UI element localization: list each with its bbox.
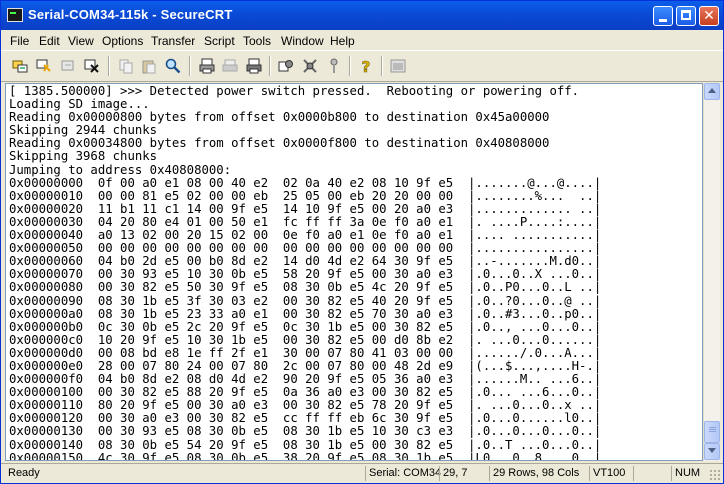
global-options-icon[interactable] — [301, 57, 319, 75]
menu-options[interactable]: Options — [102, 34, 143, 48]
session-options-icon[interactable] — [277, 57, 295, 75]
terminal-line: Skipping 3968 chunks — [9, 149, 158, 164]
disconnect-icon[interactable] — [83, 57, 101, 75]
resize-grip-icon[interactable] — [709, 469, 721, 481]
status-bar: Ready Serial: COM34 29, 7 29 Rows, 98 Co… — [1, 463, 723, 483]
status-caps-lock — [633, 466, 671, 481]
terminal-line: 0x00000010 00 00 81 e5 02 00 00 eb 25 05… — [9, 188, 602, 203]
toolbar-separator — [189, 56, 191, 76]
quick-connect-icon[interactable] — [35, 57, 53, 75]
toolbar: ? — [1, 50, 723, 82]
connect-icon[interactable] — [11, 57, 29, 75]
menu-transfer[interactable]: Transfer — [151, 34, 195, 48]
terminal-line: 0x000000a0 08 30 1b e5 23 33 a0 e1 00 30… — [9, 306, 602, 321]
scroll-thumb[interactable] — [704, 421, 720, 443]
menu-file[interactable]: File — [10, 34, 29, 48]
menu-help[interactable]: Help — [330, 34, 355, 48]
status-terminal-size: 29 Rows, 98 Cols — [489, 466, 589, 481]
toolbar-separator — [108, 56, 110, 76]
status-connection: Serial: COM34 — [365, 466, 441, 481]
toolbar-separator — [349, 56, 351, 76]
keymap-icon[interactable] — [325, 57, 343, 75]
print-screen-icon[interactable] — [245, 57, 263, 75]
securecrt-app-icon[interactable] — [7, 8, 23, 22]
status-cursor-position: 29, 7 — [439, 466, 489, 481]
paste-icon[interactable] — [140, 57, 158, 75]
terminal-line: 0x00000090 08 30 1b e5 3f 30 03 e2 00 30… — [9, 293, 602, 308]
terminal-line: 0x00000020 11 b1 11 c1 14 00 9f e5 14 10… — [9, 201, 602, 216]
status-emulation: VT100 — [589, 466, 633, 481]
svg-text:?: ? — [362, 58, 371, 75]
find-icon[interactable] — [164, 57, 182, 75]
menu-edit[interactable]: Edit — [39, 34, 60, 48]
terminal-line: 0x000000c0 10 20 9f e5 10 30 1b e5 00 30… — [9, 332, 602, 347]
close-button[interactable]: ✕ — [699, 6, 719, 26]
minimize-icon — [659, 19, 667, 22]
title-bar[interactable]: Serial-COM34-115k - SecureCRT ✕ — [1, 1, 723, 30]
menu-window[interactable]: Window — [281, 34, 324, 48]
window-title: Serial-COM34-115k - SecureCRT — [28, 7, 233, 22]
scroll-down-button[interactable] — [704, 443, 720, 460]
toolbar-separator — [269, 56, 271, 76]
terminal-line: Jumping to address 0x40808000: — [9, 162, 232, 177]
scroll-up-button[interactable] — [704, 83, 720, 100]
terminal-line: 0x00000080 00 30 82 e5 50 30 9f e5 08 30… — [9, 280, 602, 295]
minimize-button[interactable] — [653, 6, 673, 26]
close-icon: ✕ — [703, 8, 715, 24]
terminal-line: 0x00000150 4c 30 9f e5 08 30 0b e5 38 20… — [9, 450, 602, 461]
securecrt-window: Serial-COM34-115k - SecureCRT ✕ File Edi… — [0, 0, 724, 484]
arrow-down-icon — [708, 448, 716, 453]
terminal-line: 0x00000000 0f 00 a0 e1 08 00 40 e2 02 0a… — [9, 175, 602, 190]
menu-tools[interactable]: Tools — [243, 34, 271, 48]
terminal-line: 0x00000140 08 30 0b e5 54 20 9f e5 08 30… — [9, 437, 602, 452]
status-ready: Ready — [8, 467, 40, 479]
arrow-up-icon — [708, 88, 716, 93]
terminal-line: 0x000000b0 0c 30 0b e5 2c 20 9f e5 0c 30… — [9, 319, 602, 334]
menu-view[interactable]: View — [68, 34, 94, 48]
toolbar-separator — [381, 56, 383, 76]
help-icon[interactable]: ? — [357, 57, 375, 75]
sftp-icon[interactable] — [389, 57, 407, 75]
vertical-scrollbar[interactable] — [703, 83, 720, 461]
menu-script[interactable]: Script — [204, 34, 235, 48]
status-num-lock: NUM — [671, 466, 707, 481]
maximize-icon — [681, 10, 691, 20]
terminal-text: [ 1385.500000] >>> Detected power switch… — [6, 84, 702, 461]
terminal-line: 0x000000d0 00 08 bd e8 1e ff 2f e1 30 00… — [9, 345, 602, 360]
print-selection-icon[interactable] — [221, 57, 239, 75]
terminal-output[interactable]: [ 1385.500000] >>> Detected power switch… — [5, 83, 703, 461]
menu-bar: File Edit View Options Transfer Script T… — [1, 31, 723, 50]
copy-icon[interactable] — [117, 57, 135, 75]
terminal-line: 0x00000130 00 30 93 e5 08 30 0b e5 08 30… — [9, 424, 602, 439]
print-icon[interactable] — [198, 57, 216, 75]
connect-in-tab-icon[interactable] — [59, 57, 77, 75]
maximize-button[interactable] — [676, 6, 696, 26]
